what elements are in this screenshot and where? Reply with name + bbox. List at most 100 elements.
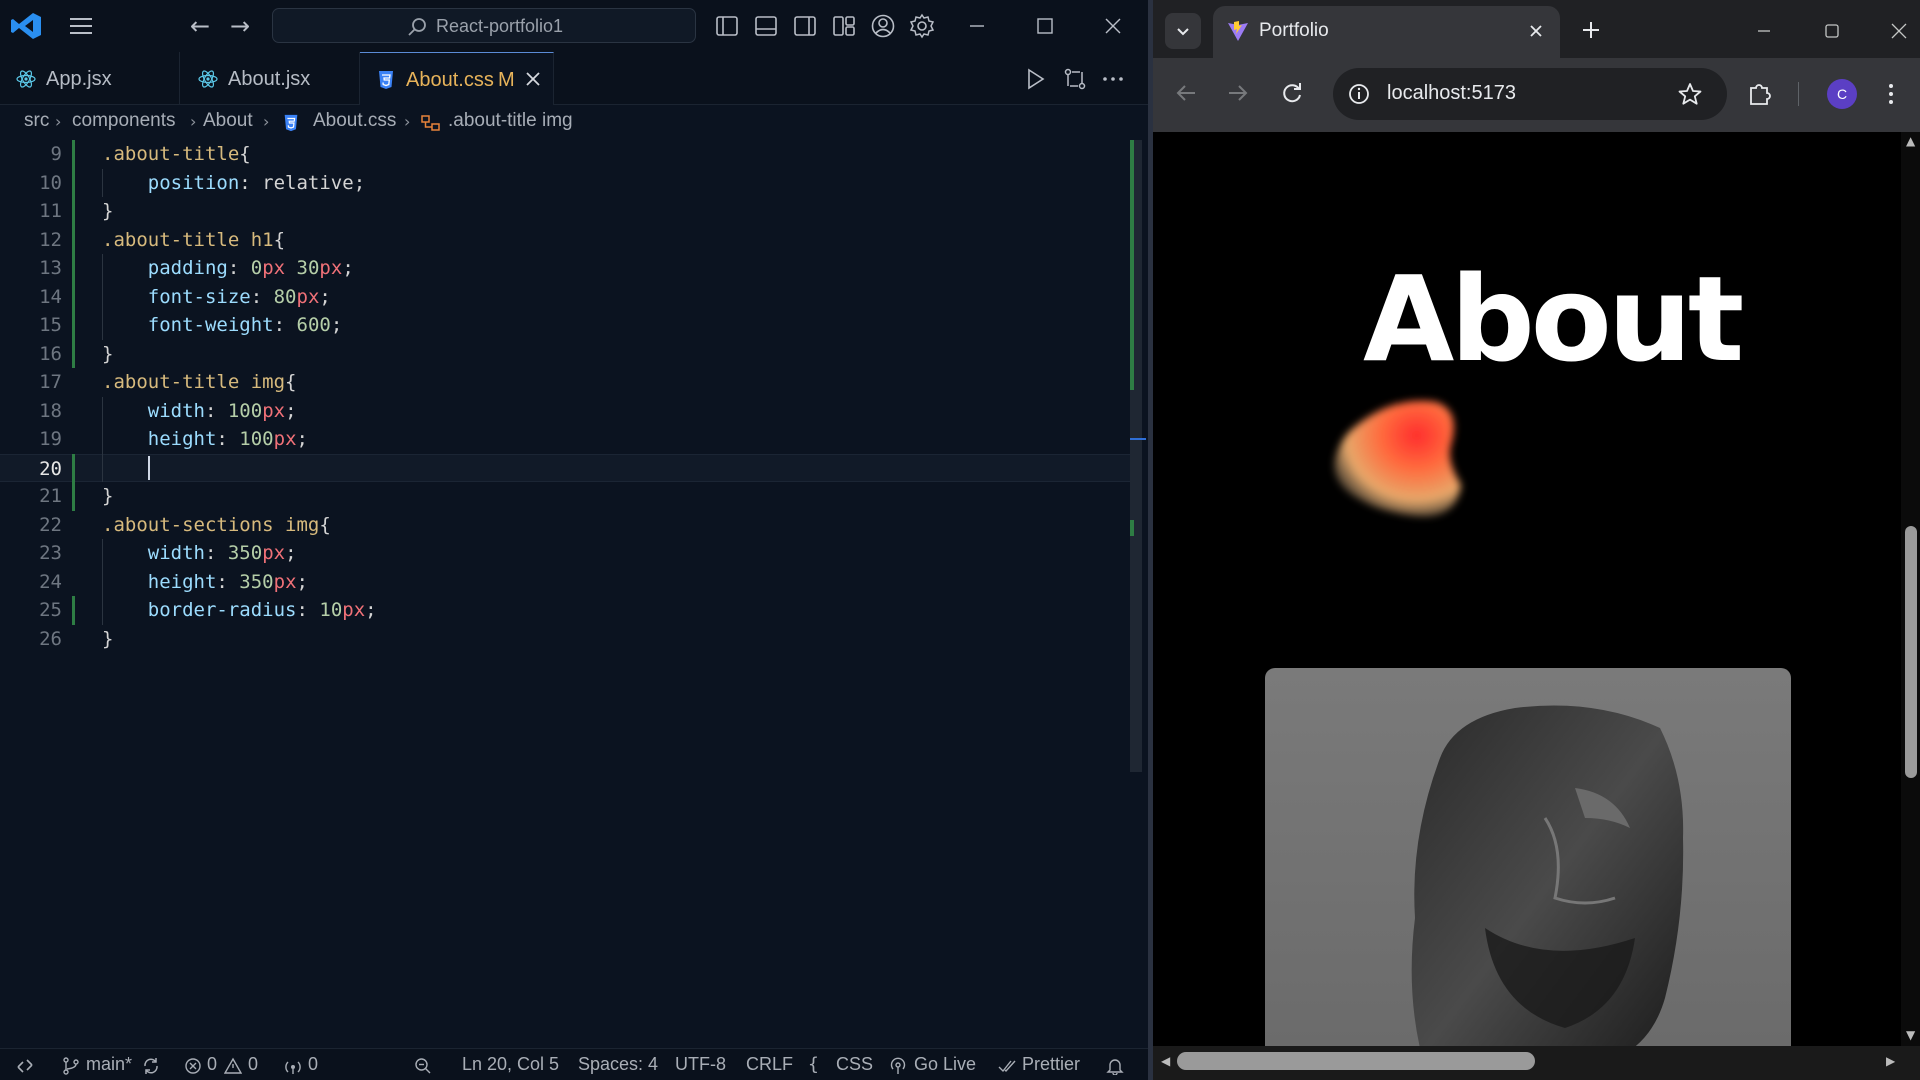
bell-icon[interactable]: [1106, 1057, 1124, 1075]
minimize-icon[interactable]: [1749, 16, 1779, 46]
encoding[interactable]: UTF-8: [675, 1054, 726, 1075]
forward-arrow-icon[interactable]: [1223, 78, 1253, 108]
line-number: 12: [39, 228, 62, 251]
new-tab-icon[interactable]: [1577, 16, 1605, 44]
profile-avatar[interactable]: C: [1827, 79, 1857, 109]
tab-app-jsx[interactable]: App.jsx: [0, 52, 180, 105]
maximize-icon[interactable]: [1027, 10, 1061, 42]
git-change-marker[interactable]: [72, 453, 75, 511]
code-line[interactable]: 17 .about-title img{: [0, 368, 1135, 397]
close-window-icon[interactable]: [1884, 16, 1914, 46]
vertical-scroll-thumb[interactable]: [1905, 526, 1917, 778]
line-ending[interactable]: CRLF: [746, 1054, 793, 1075]
account-icon[interactable]: [870, 13, 896, 39]
address-bar[interactable]: localhost:5173: [1333, 68, 1727, 120]
back-arrow-icon[interactable]: [1171, 78, 1201, 108]
customize-layout-icon[interactable]: [831, 13, 857, 39]
code-line[interactable]: 26}: [0, 625, 1135, 654]
code-line[interactable]: 16}: [0, 340, 1135, 369]
code-line[interactable]: 18 width: 100px;: [0, 397, 1135, 426]
ports-icon[interactable]: [284, 1057, 302, 1075]
cursor-position[interactable]: Ln 20, Col 5: [462, 1054, 559, 1075]
page-viewport[interactable]: About: [1153, 132, 1901, 1046]
prettier-button[interactable]: Prettier: [1022, 1054, 1080, 1075]
more-menu-icon[interactable]: [1883, 79, 1899, 109]
browser-tab-portfolio[interactable]: Portfolio: [1213, 6, 1560, 58]
tab-search-button[interactable]: [1165, 13, 1201, 49]
compare-changes-icon[interactable]: [1062, 66, 1088, 92]
back-arrow-icon[interactable]: ←: [186, 12, 214, 40]
extensions-puzzle-icon[interactable]: [1746, 79, 1774, 107]
code-token: .about-title: [102, 228, 251, 251]
code-token: height: [147, 428, 217, 450]
vite-logo-icon: [1228, 21, 1248, 41]
code-line[interactable]: 14 font-size: 80px;: [0, 283, 1135, 312]
run-icon[interactable]: [1022, 66, 1048, 92]
code-line[interactable]: 23 width: 350px;: [0, 539, 1135, 568]
scroll-down-arrow-icon[interactable]: ▼: [1906, 1028, 1915, 1042]
code-line[interactable]: 24 height: 350px;: [0, 568, 1135, 597]
code-line[interactable]: 25 border-radius: 10px;: [0, 596, 1135, 625]
breadcrumb-item[interactable]: src: [24, 110, 49, 132]
toggle-primary-sidebar-icon[interactable]: [714, 13, 740, 39]
code-line[interactable]: 19 height: 100px;: [0, 425, 1135, 454]
toggle-panel-icon[interactable]: [753, 13, 779, 39]
close-tab-icon[interactable]: [524, 69, 542, 89]
horizontal-scroll-thumb[interactable]: [1177, 1052, 1535, 1070]
url-text[interactable]: localhost:5173: [1387, 82, 1516, 105]
breadcrumb-item[interactable]: About: [203, 110, 253, 132]
go-live-button[interactable]: Go Live: [914, 1054, 976, 1075]
settings-gear-icon[interactable]: [909, 13, 935, 39]
line-number: 13: [39, 257, 62, 279]
reload-icon[interactable]: [1277, 78, 1307, 108]
remote-icon[interactable]: [16, 1057, 34, 1075]
bookmark-star-icon[interactable]: [1677, 81, 1703, 107]
code-line[interactable]: 9 .about-title{: [0, 140, 1135, 169]
code-line[interactable]: 21}: [0, 482, 1135, 511]
git-change-marker[interactable]: [72, 140, 75, 368]
breadcrumb-item[interactable]: .about-title img: [448, 110, 573, 132]
scroll-up-arrow-icon[interactable]: ▲: [1906, 134, 1915, 148]
more-actions-icon[interactable]: [1100, 66, 1126, 92]
warning-icon[interactable]: [224, 1057, 242, 1075]
status-bar: main* 0 0 0 Ln 20, Col 5 Spaces: 4 UTF-8…: [0, 1048, 1148, 1080]
code-editor[interactable]: 9 .about-title{10 position: relative; 11} 1…: [0, 138, 1148, 1048]
tab-about-jsx[interactable]: About.jsx: [180, 52, 360, 105]
sync-icon[interactable]: [142, 1057, 160, 1075]
code-line[interactable]: 10 position: relative;: [0, 169, 1135, 198]
git-branch-name[interactable]: main*: [86, 1054, 132, 1075]
scroll-left-arrow-icon[interactable]: ◀: [1161, 1054, 1170, 1068]
code-line[interactable]: 13 padding: 0px 30px;: [0, 254, 1135, 283]
close-window-icon[interactable]: [1096, 10, 1130, 42]
code-token: 10: [319, 599, 343, 621]
menu-icon[interactable]: [66, 14, 96, 38]
error-count[interactable]: 0: [207, 1054, 217, 1075]
indentation[interactable]: Spaces: 4: [578, 1054, 658, 1075]
zoom-icon[interactable]: [414, 1057, 432, 1075]
code-line[interactable]: 11}: [0, 197, 1135, 226]
git-change-marker[interactable]: [72, 596, 75, 625]
code-line[interactable]: 22 .about-sections img{: [0, 511, 1135, 540]
minimize-icon[interactable]: [960, 10, 994, 42]
code-line[interactable]: 12 .about-title h1{: [0, 226, 1135, 255]
command-center-search[interactable]: React-portfolio1: [272, 8, 696, 43]
breadcrumb-item[interactable]: components: [72, 110, 176, 132]
site-info-icon[interactable]: [1347, 82, 1371, 106]
warning-count[interactable]: 0: [248, 1054, 258, 1075]
code-text: width: 100px;: [102, 397, 297, 426]
ports-count[interactable]: 0: [308, 1054, 318, 1075]
code-line[interactable]: 15 font-weight: 600;: [0, 311, 1135, 340]
code-token: px: [262, 257, 286, 279]
browser-tab-strip: Portfolio: [1153, 0, 1920, 58]
toggle-secondary-sidebar-icon[interactable]: [792, 13, 818, 39]
git-branch-icon[interactable]: [62, 1057, 80, 1075]
code-line[interactable]: 20: [0, 453, 1135, 482]
breadcrumb-item[interactable]: About.css: [313, 110, 396, 132]
language-mode[interactable]: CSS: [836, 1054, 873, 1075]
tab-about-css[interactable]: About.css M: [360, 52, 554, 105]
close-tab-icon[interactable]: [1526, 21, 1546, 41]
maximize-icon[interactable]: [1817, 16, 1847, 46]
error-icon[interactable]: [184, 1057, 202, 1075]
forward-arrow-icon[interactable]: →: [226, 12, 254, 40]
scroll-right-arrow-icon[interactable]: ▶: [1886, 1054, 1895, 1068]
